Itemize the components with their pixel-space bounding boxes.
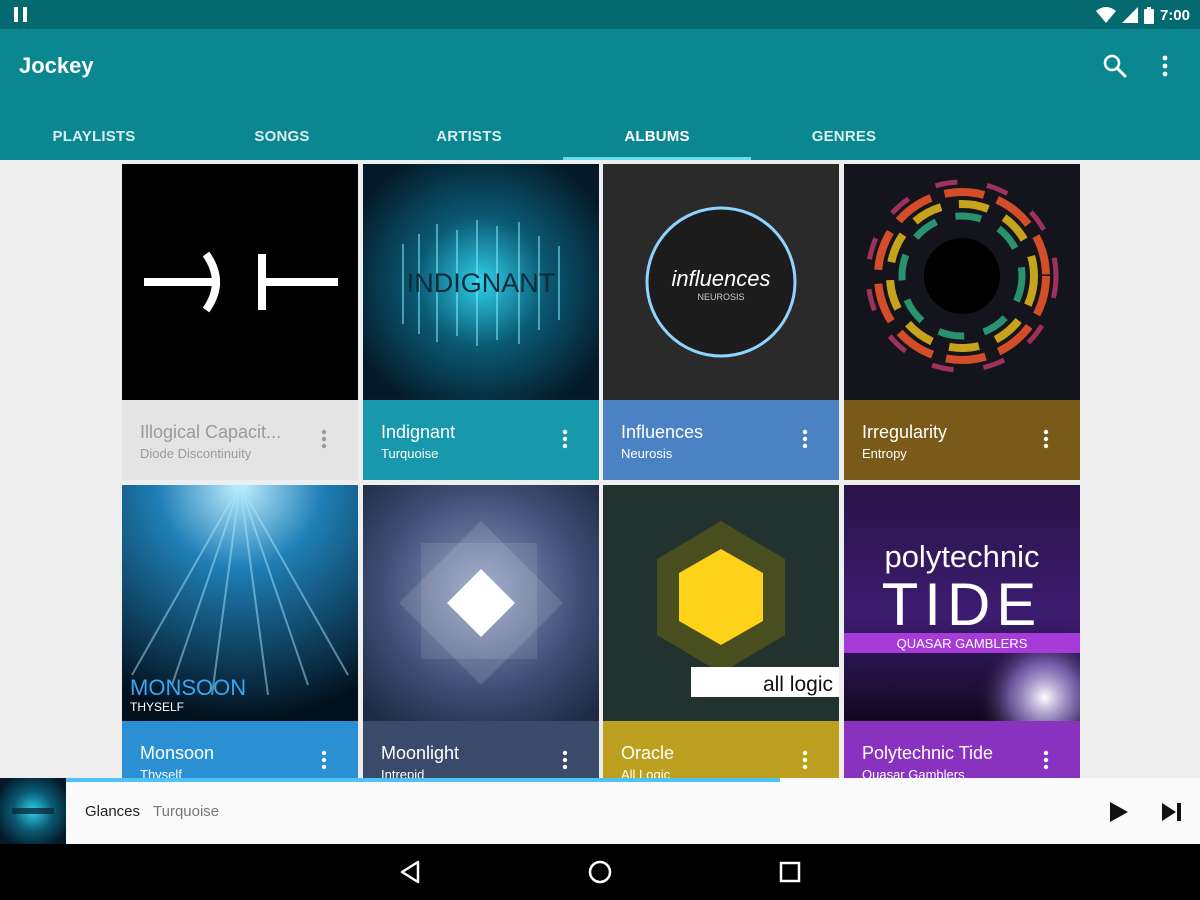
pause-icon: [14, 7, 28, 22]
album-art: [363, 485, 599, 721]
now-playing-title: Glances: [85, 803, 141, 820]
album-card[interactable]: all logic Oracle All Logic: [603, 485, 839, 780]
album-grid: Illogical Capacit... Diode Discontinuity…: [122, 164, 1080, 780]
more-vert-icon[interactable]: [314, 426, 334, 452]
wifi-icon: [1095, 7, 1116, 23]
tab-bar: PLAYLISTS SONGS ARTISTS ALBUMS GENRES: [0, 113, 1200, 160]
more-vert-icon[interactable]: [1036, 747, 1056, 773]
album-info: Influences Neurosis: [603, 400, 839, 480]
more-vert-icon[interactable]: [1154, 53, 1176, 79]
album-art-subtext: THYSELF: [130, 700, 184, 714]
album-title: Illogical Capacit...: [140, 422, 282, 442]
more-vert-icon[interactable]: [555, 426, 575, 452]
search-icon[interactable]: [1102, 53, 1128, 79]
app-bar: Jockey PLAYLISTS SONGS ARTISTS ALBUMS GE…: [0, 29, 1200, 160]
album-card[interactable]: MONSOON THYSELF Monsoon Thyself: [122, 485, 358, 780]
now-playing-artist: Turquoise: [153, 803, 220, 820]
album-card[interactable]: influences NEUROSIS Influences Neurosis: [603, 164, 839, 480]
skip-next-icon[interactable]: [1158, 798, 1186, 826]
album-art-text: MONSOON: [130, 675, 246, 700]
now-playing-art: [0, 778, 66, 844]
album-card[interactable]: INDIGNANT Indignant Turquoise: [363, 164, 599, 480]
album-info: Irregularity Entropy: [844, 400, 1080, 480]
tab-albums[interactable]: ALBUMS: [563, 113, 751, 160]
home-icon[interactable]: [586, 858, 614, 886]
more-vert-icon[interactable]: [795, 747, 815, 773]
album-art: polytechnic TIDE QUASAR GAMBLERS: [844, 485, 1080, 721]
album-art-subtext: QUASAR GAMBLERS: [897, 636, 1028, 651]
album-artist: Turquoise: [381, 446, 439, 461]
album-art: all logic: [603, 485, 839, 721]
album-title: Moonlight: [381, 743, 460, 763]
tab-playlists[interactable]: PLAYLISTS: [0, 113, 188, 160]
album-info: Monsoon Thyself: [122, 721, 358, 780]
album-title: Influences: [621, 422, 704, 442]
album-artist: Neurosis: [621, 446, 673, 461]
album-art-text: influences: [671, 266, 770, 291]
album-art-text: polytechnic: [884, 539, 1039, 574]
tab-songs[interactable]: SONGS: [188, 113, 376, 160]
signal-icon: [1121, 7, 1138, 23]
album-title: Indignant: [381, 422, 456, 442]
album-artist: Diode Discontinuity: [140, 446, 252, 461]
album-card[interactable]: Illogical Capacit... Diode Discontinuity: [122, 164, 358, 480]
album-info: Polytechnic Tide Quasar Gamblers: [844, 721, 1080, 780]
album-title: Monsoon: [140, 743, 215, 763]
album-title: Oracle: [621, 743, 675, 763]
album-title: Irregularity: [862, 422, 948, 442]
album-art: [844, 164, 1080, 400]
album-card[interactable]: Irregularity Entropy: [844, 164, 1080, 480]
album-art: influences NEUROSIS: [603, 164, 839, 400]
system-nav-bar: [0, 844, 1200, 900]
album-art: MONSOON THYSELF: [122, 485, 358, 721]
album-art-text: all logic: [763, 673, 833, 696]
album-info: Moonlight Intrepid: [363, 721, 599, 780]
album-card[interactable]: Moonlight Intrepid: [363, 485, 599, 780]
album-info: Indignant Turquoise: [363, 400, 599, 480]
album-art-text: INDIGNANT: [407, 268, 556, 298]
play-icon[interactable]: [1104, 798, 1132, 826]
status-bar: 7:00: [0, 0, 1200, 29]
tab-artists[interactable]: ARTISTS: [375, 113, 563, 160]
album-art: [122, 164, 358, 400]
app-title: Jockey: [19, 53, 94, 78]
album-info: Illogical Capacit... Diode Discontinuity: [122, 400, 358, 480]
status-time: 7:00: [1159, 6, 1190, 24]
tab-genres[interactable]: GENRES: [750, 113, 938, 160]
battery-icon: [1143, 6, 1154, 24]
album-art-text-2: TIDE: [882, 571, 1043, 638]
more-vert-icon[interactable]: [1036, 426, 1056, 452]
album-art: INDIGNANT: [363, 164, 599, 400]
more-vert-icon[interactable]: [555, 747, 575, 773]
more-vert-icon[interactable]: [314, 747, 334, 773]
back-icon[interactable]: [396, 858, 424, 886]
album-artist: Entropy: [862, 446, 907, 461]
recents-icon[interactable]: [776, 858, 804, 886]
album-card[interactable]: polytechnic TIDE QUASAR GAMBLERS Polytec…: [844, 485, 1080, 780]
album-info: Oracle All Logic: [603, 721, 839, 780]
playback-progress-bar[interactable]: [66, 778, 780, 782]
album-title: Polytechnic Tide: [862, 743, 994, 763]
album-art-subtext: NEUROSIS: [697, 292, 744, 302]
more-vert-icon[interactable]: [795, 426, 815, 452]
